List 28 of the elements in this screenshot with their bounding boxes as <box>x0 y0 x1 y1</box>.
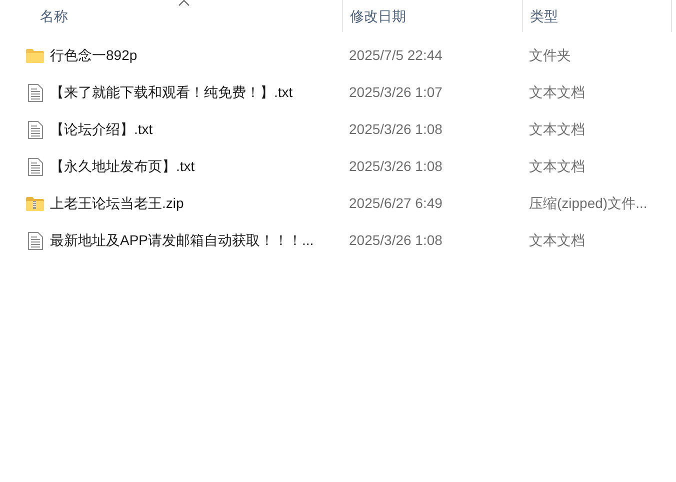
file-type: 文本文档 <box>529 84 585 100</box>
zip-folder-icon <box>26 196 44 210</box>
file-type: 文本文档 <box>529 121 585 137</box>
file-type: 压缩(zipped)文件... <box>529 195 648 211</box>
modified-date: 2025/7/5 22:44 <box>349 47 442 63</box>
modified-date: 2025/3/26 1:08 <box>349 232 442 248</box>
sort-up-icon <box>178 0 190 6</box>
file-name[interactable]: 【永久地址发布页】.txt <box>50 156 195 177</box>
file-name[interactable]: 【来了就能下载和观看！纯免费！】.txt <box>50 82 293 103</box>
file-name[interactable]: 行色念一892p <box>50 45 138 66</box>
file-type: 文件夹 <box>529 47 571 63</box>
document-icon <box>28 232 42 250</box>
column-header[interactable]: 修改日期 <box>342 0 522 32</box>
folder-icon <box>26 48 44 62</box>
file-name[interactable]: 最新地址及APP请发邮箱自动获取！！！... <box>50 230 314 251</box>
document-icon <box>28 120 42 138</box>
document-icon <box>28 84 42 102</box>
modified-date: 2025/6/27 6:49 <box>349 195 442 211</box>
modified-date: 2025/3/26 1:08 <box>349 121 442 137</box>
modified-date: 2025/3/26 1:07 <box>349 84 442 100</box>
file-type: 文本文档 <box>529 158 585 174</box>
file-name[interactable]: 【论坛介绍】.txt <box>50 119 153 140</box>
file-type: 文本文档 <box>529 232 585 248</box>
column-header[interactable]: 名称 <box>26 0 342 32</box>
file-name[interactable]: 上老王论坛当老王.zip <box>50 193 184 214</box>
document-icon <box>28 158 42 176</box>
modified-date: 2025/3/26 1:08 <box>349 158 442 174</box>
column-header[interactable]: 类型 <box>522 0 672 32</box>
